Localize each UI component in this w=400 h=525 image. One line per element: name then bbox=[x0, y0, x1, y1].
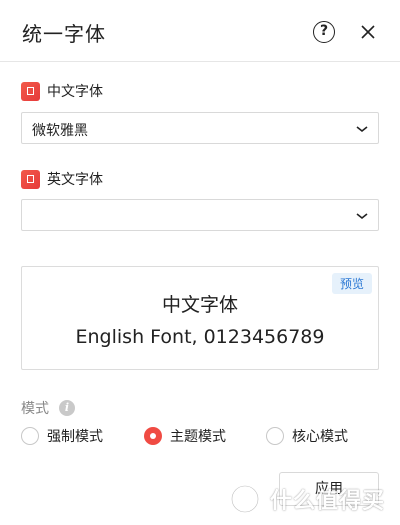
font-file-icon bbox=[21, 81, 40, 101]
chinese-font-section-label: 中文字体 bbox=[21, 81, 103, 101]
chinese-font-label: 中文字体 bbox=[47, 84, 103, 100]
preview-english-sample: English Font, 0123456789 bbox=[75, 326, 325, 348]
english-font-select[interactable] bbox=[21, 199, 379, 231]
watermark: 什么值得买 bbox=[228, 481, 385, 517]
radio-theme-mode[interactable]: 主题模式 bbox=[144, 426, 226, 446]
watermark-logo-icon bbox=[230, 484, 260, 514]
preview-chinese-sample: 中文字体 bbox=[161, 294, 238, 316]
radio-core-mode[interactable]: 核心模式 bbox=[266, 426, 348, 446]
radio-circle-checked[interactable] bbox=[144, 427, 162, 445]
info-icon[interactable]: i bbox=[59, 400, 75, 416]
chinese-font-value: 微软雅黑 bbox=[32, 123, 88, 139]
radio-label: 核心模式 bbox=[292, 429, 348, 445]
watermark-text: 什么值得买 bbox=[270, 489, 386, 514]
chinese-font-select[interactable]: 微软雅黑 bbox=[21, 112, 379, 144]
mode-label: 模式 bbox=[21, 401, 49, 417]
font-file-icon bbox=[21, 169, 40, 189]
chevron-down-icon bbox=[356, 213, 368, 220]
english-font-section-label: 英文字体 bbox=[21, 169, 103, 189]
radio-force-mode[interactable]: 强制模式 bbox=[21, 426, 103, 446]
radio-circle[interactable] bbox=[21, 427, 39, 445]
close-x-icon[interactable] bbox=[357, 21, 379, 43]
question-circle-icon[interactable]: ? bbox=[313, 21, 335, 43]
font-preview-panel: 预览 中文字体 English Font, 0123456789 bbox=[21, 266, 379, 370]
radio-circle[interactable] bbox=[266, 427, 284, 445]
english-font-label: 英文字体 bbox=[47, 172, 103, 188]
radio-label: 主题模式 bbox=[170, 429, 226, 445]
dialog-header: 统一字体 ? bbox=[0, 0, 400, 62]
dialog-title: 统一字体 bbox=[22, 22, 106, 46]
mode-section-label: 模式 i bbox=[21, 398, 75, 418]
radio-label: 强制模式 bbox=[47, 429, 103, 445]
chevron-down-icon bbox=[356, 126, 368, 133]
